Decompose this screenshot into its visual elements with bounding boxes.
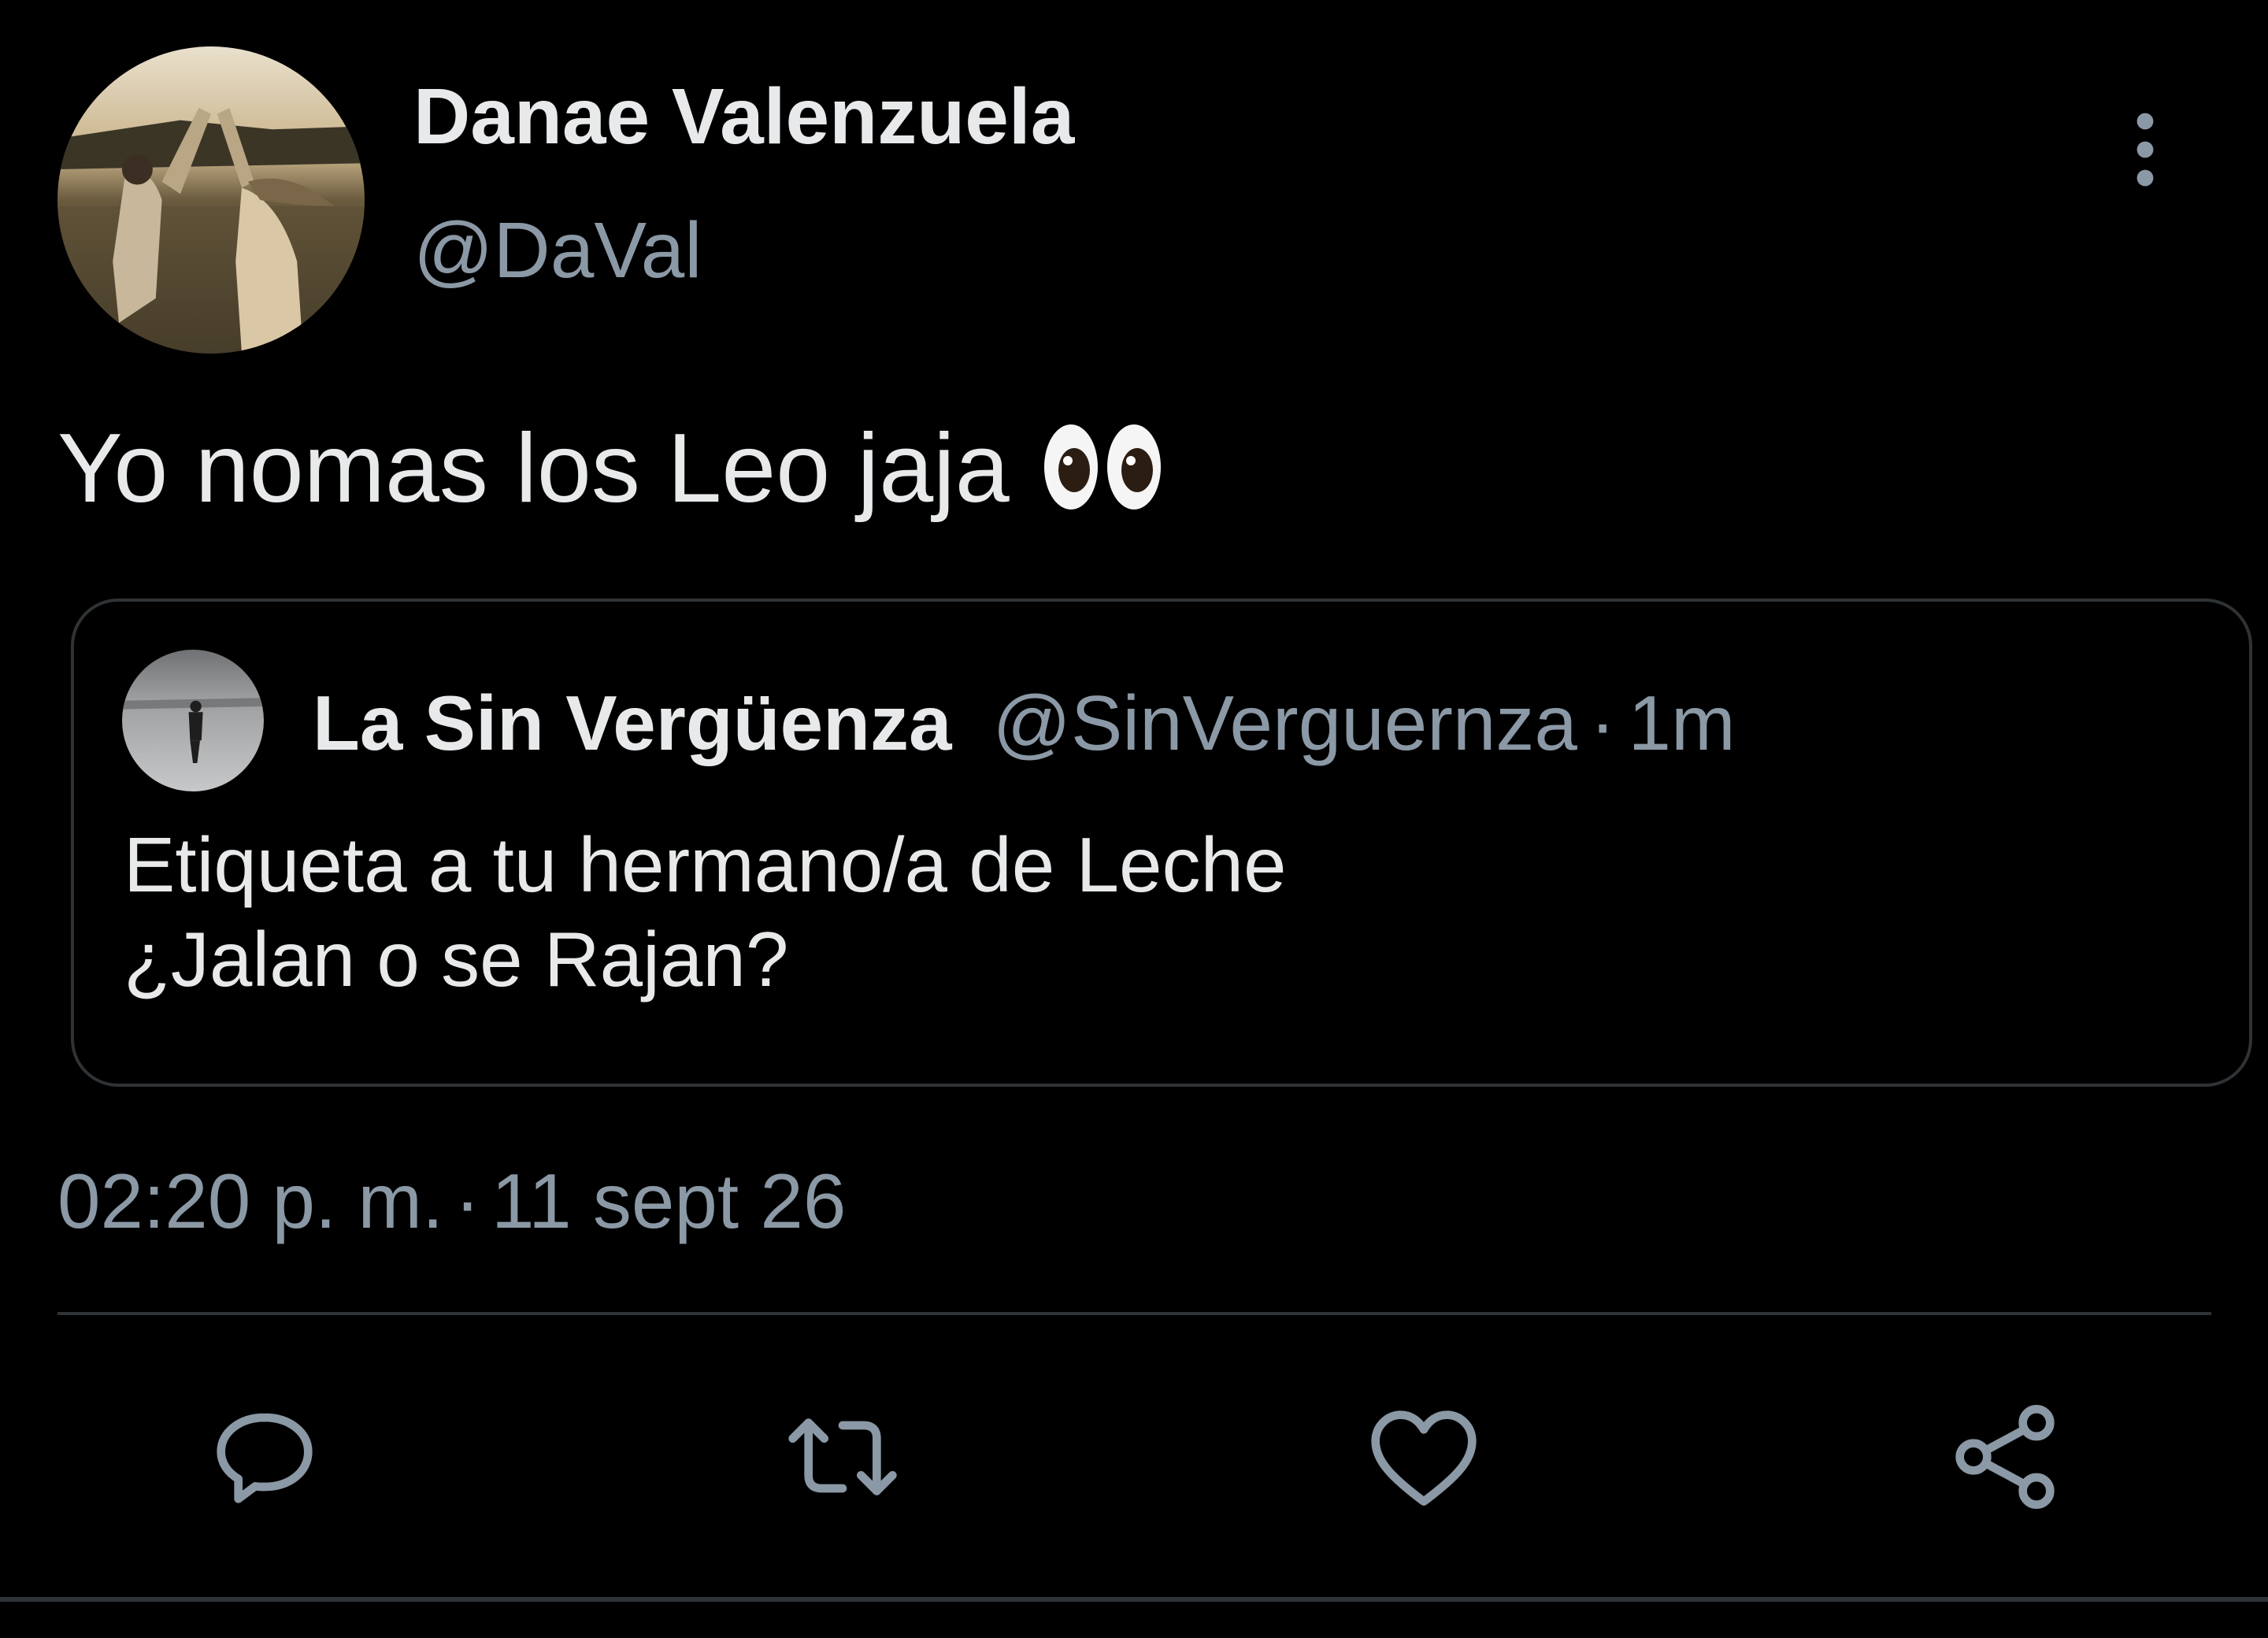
- quoted-tweet-header: La Sin Vergüenza @SinVerguernza · 1m: [313, 676, 1736, 770]
- retweet-icon: [788, 1418, 897, 1495]
- reply-button[interactable]: [202, 1394, 328, 1520]
- retweet-button[interactable]: [780, 1394, 906, 1520]
- timestamp-separator: ·: [454, 1158, 480, 1244]
- author-handle[interactable]: @DaVal: [413, 203, 702, 298]
- quoted-author-avatar[interactable]: [122, 650, 264, 791]
- tweet-text-content: Yo nomas los Leo jaja: [57, 414, 1010, 523]
- bottom-divider: [0, 1597, 2268, 1602]
- quoted-separator: ·: [1589, 680, 1616, 766]
- divider: [57, 1312, 2211, 1315]
- quoted-text-line-1: Etiqueta a tu hermano/a de Leche: [124, 821, 1287, 908]
- quoted-display-name[interactable]: La Sin Vergüenza: [313, 680, 951, 766]
- avatar-photo: [57, 46, 365, 354]
- more-vertical-icon: [2136, 113, 2154, 187]
- timestamp-time: 02:20 p. m.: [57, 1158, 444, 1244]
- tweet-detail-page: Danae Valenzuela @DaVal Yo nomas los Leo…: [0, 0, 2268, 1638]
- reply-bubble-icon: [217, 1413, 313, 1503]
- share-button[interactable]: [1942, 1394, 2068, 1520]
- quoted-avatar-photo: [122, 650, 264, 791]
- share-icon: [1955, 1405, 2055, 1509]
- quoted-text-line-2: ¿Jalan o se Rajan?: [124, 916, 789, 1002]
- timestamp-date: 11 sept 26: [491, 1158, 847, 1244]
- eyes-emoji-icon: [1043, 420, 1166, 513]
- tweet-timestamp[interactable]: 02:20 p. m. · 11 sept 26: [57, 1154, 846, 1248]
- quoted-time-ago: 1m: [1628, 680, 1736, 766]
- like-button[interactable]: [1361, 1394, 1487, 1520]
- author-display-name[interactable]: Danae Valenzuela: [413, 69, 1074, 164]
- heart-icon: [1371, 1410, 1477, 1506]
- tweet-text: Yo nomas los Leo jaja: [57, 410, 1166, 528]
- author-avatar[interactable]: [57, 46, 365, 354]
- more-options-button[interactable]: [2107, 102, 2183, 197]
- quoted-handle[interactable]: @SinVerguernza: [992, 680, 1577, 766]
